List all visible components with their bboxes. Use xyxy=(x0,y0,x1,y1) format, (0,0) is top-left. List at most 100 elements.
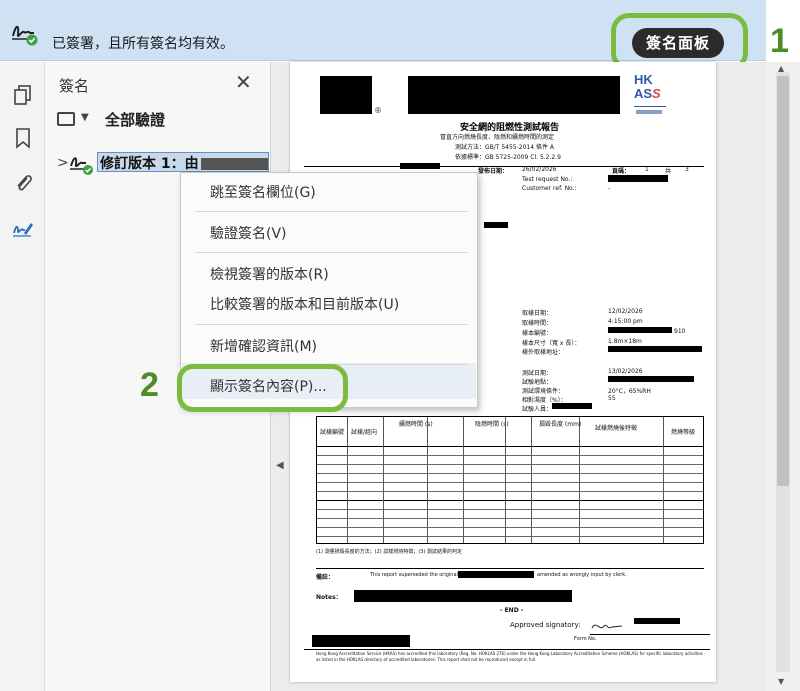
sample-no-suffix: 910 xyxy=(674,328,686,335)
tester-label: 試驗人員： xyxy=(522,406,553,413)
menu-item-compare-versions[interactable]: 比較簽署的版本和目前版本(U) xyxy=(210,294,399,314)
menu-separator xyxy=(195,211,467,212)
table-row xyxy=(317,492,703,501)
table-header: 試樣/經向 xyxy=(351,429,378,436)
table-row xyxy=(317,528,703,537)
recv-date-label: 取樣日期： xyxy=(522,310,553,317)
test-date: 13/02/2026 xyxy=(608,368,643,375)
bookmark-icon[interactable] xyxy=(12,127,34,149)
test-env: 20°C，65%RH xyxy=(608,388,651,395)
notes-label: Notes： xyxy=(316,594,342,601)
table-header: 試樣編號 xyxy=(320,429,345,436)
menu-item-validate[interactable]: 驗證簽名(V) xyxy=(210,223,287,243)
pages-icon[interactable] xyxy=(12,84,34,106)
redacted-request-no xyxy=(608,175,668,182)
acrobat-window: 已簽署，且所有簽名均有效。 簽名面板 1 簽名 ✕ ▼ 全部驗證 > 修訂版本 … xyxy=(0,0,800,691)
page-number: 1 xyxy=(645,166,649,173)
table-row xyxy=(317,465,703,474)
divider xyxy=(316,568,704,569)
table-row xyxy=(317,501,703,510)
table-column-divider xyxy=(531,417,532,543)
redacted-report-no xyxy=(458,571,534,578)
registered-mark: ® xyxy=(374,106,382,115)
redacted-notes xyxy=(354,590,572,602)
menu-separator xyxy=(195,252,467,253)
divider xyxy=(590,634,710,635)
results-table: 試樣編號 試樣/經向 續燃時間 (s) 陰燃時間 (s) 損毀長度 (mm) 試… xyxy=(316,416,704,544)
divider xyxy=(304,649,710,650)
approved-signatory-label: Approved signatory: xyxy=(510,621,581,629)
redacted-location xyxy=(608,376,694,382)
table-footnote: (1) 測量損毀長度的方法；(2) 試樣燃燒特徵；(3) 測試結果的判定 xyxy=(316,549,463,555)
page-total: 3 xyxy=(685,166,689,173)
attachment-icon[interactable] xyxy=(12,172,34,194)
redacted-signer-name xyxy=(200,157,268,170)
menu-item-add-verification-info[interactable]: 新增確認資訊(M) xyxy=(210,336,317,356)
table-row xyxy=(317,510,703,519)
table-header: 燃燒等級 xyxy=(671,429,696,436)
expand-chevron-icon[interactable]: > xyxy=(57,155,69,171)
table-row xyxy=(317,483,703,492)
table-row xyxy=(317,447,703,456)
callout-number-1: 1 xyxy=(770,22,789,60)
humidity: 55 xyxy=(608,395,616,402)
sample-size-label: 樣本尺寸（寬 x 長）： xyxy=(522,340,581,347)
vertical-scrollbar[interactable]: ▲ ▼ xyxy=(766,62,800,691)
options-menu-icon[interactable] xyxy=(57,112,75,126)
menu-item-go-to-field[interactable]: 跳至簽名欄位(G) xyxy=(210,182,316,202)
table-row xyxy=(317,519,703,528)
menu-separator xyxy=(195,324,467,325)
report-subtitle: 冒直方向燃燒長度、陰燃和續燃時間的測定 xyxy=(440,134,555,141)
callout-number-2: 2 xyxy=(140,366,159,404)
test-request-label: Test request No.: xyxy=(522,176,573,183)
handwritten-signature xyxy=(591,624,623,629)
hkas-logo: HK AS S xyxy=(632,72,670,118)
table-header: 續燃時間 (s) xyxy=(399,421,433,428)
panel-title: 簽名 xyxy=(59,77,90,95)
signature-revision-item[interactable]: 修訂版本 1：由 xyxy=(97,152,269,172)
sample-no-label: 樣本編號： xyxy=(522,330,553,337)
customer-ref-label: Customer ref. No.: xyxy=(522,185,577,192)
redacted-footer xyxy=(312,635,410,647)
table-column-divider xyxy=(383,417,384,543)
table-row xyxy=(317,456,703,465)
accreditation-footer: Hong Kong Accreditation Service (HKAS) h… xyxy=(316,651,703,662)
table-header: 損毀長度 (mm) xyxy=(539,421,582,428)
table-column-divider xyxy=(347,417,348,543)
menu-item-view-signed-version[interactable]: 檢視簽署的版本(R) xyxy=(210,264,329,284)
redacted-tester xyxy=(552,403,592,409)
signature-pen-icon[interactable] xyxy=(12,217,34,239)
form-no-label: Form No. xyxy=(574,636,597,642)
signature-valid-icon xyxy=(12,25,38,46)
navigation-rail xyxy=(0,62,45,691)
redacted-sample-no xyxy=(608,327,672,333)
end-marker: - END - xyxy=(500,607,524,614)
redacted-address xyxy=(608,346,702,352)
scroll-down-icon[interactable]: ▼ xyxy=(778,677,784,686)
signature-valid-icon xyxy=(70,157,93,175)
table-row xyxy=(317,474,703,483)
callout-highlight-2 xyxy=(177,364,348,412)
table-column-divider xyxy=(463,417,464,543)
close-panel-icon[interactable]: ✕ xyxy=(235,70,252,94)
test-date-label: 測試日期： xyxy=(522,370,553,377)
table-column-divider xyxy=(427,417,428,543)
validate-all-button[interactable]: 全部驗證 xyxy=(105,109,165,130)
collapse-panel-icon[interactable]: ◀ xyxy=(276,460,284,471)
issue-date: 26/02/2026 xyxy=(522,166,557,173)
redacted-logo xyxy=(320,76,372,114)
scroll-thumb[interactable] xyxy=(777,76,789,486)
signature-status-text: 已簽署，且所有簽名均有效。 xyxy=(52,36,234,52)
recv-time: 4:15:00 pm xyxy=(608,318,643,325)
table-header: 陰燃時間 (s) xyxy=(475,421,509,428)
table-column-divider xyxy=(505,417,506,543)
sample-size: 1.8m×18m xyxy=(608,338,642,345)
revision-label: 修訂版本 1：由 xyxy=(100,156,199,172)
test-env-label: 測試環境條件： xyxy=(522,388,565,395)
table-column-divider xyxy=(579,417,580,543)
recv-time-label: 取樣時間： xyxy=(522,320,553,327)
table-header-row: 試樣編號 試樣/經向 續燃時間 (s) 陰燃時間 (s) 損毀長度 (mm) 試… xyxy=(317,417,703,447)
redacted-signatory xyxy=(634,618,680,624)
chevron-down-icon[interactable]: ▼ xyxy=(81,112,89,123)
page-of: 共 xyxy=(665,168,672,175)
